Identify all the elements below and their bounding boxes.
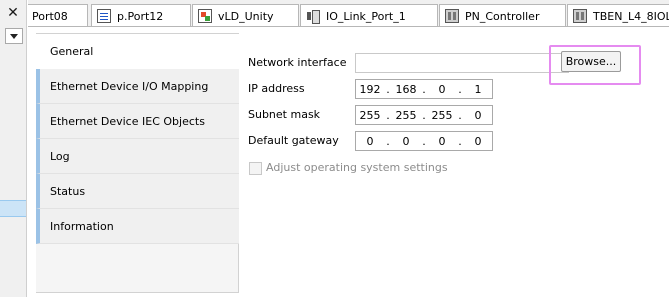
nav-item-label: Ethernet Device IEC Objects — [50, 114, 205, 128]
nav-item-iec-objects[interactable]: Ethernet Device IEC Objects — [36, 104, 239, 139]
browse-button[interactable]: Browse... — [561, 51, 621, 72]
ip-octet[interactable]: 0 — [428, 83, 456, 96]
subnet-octet[interactable]: 0 — [464, 109, 492, 122]
ip-octet[interactable]: 1 — [464, 83, 492, 96]
editor-tab-strip: Port08 p.Port12 vLD_Unity IO_Link_Port_1… — [28, 0, 669, 27]
tab-pn-controller[interactable]: PN_Controller — [439, 4, 566, 26]
left-panel: ✕ — [0, 0, 27, 297]
tab-vld-unity[interactable]: vLD_Unity — [192, 4, 299, 26]
tab-p-port12[interactable]: p.Port12 — [91, 4, 191, 26]
nav-item-io-mapping[interactable]: Ethernet Device I/O Mapping — [36, 69, 239, 104]
nav-item-label: Information — [50, 219, 114, 233]
gateway-octet[interactable]: 0 — [428, 135, 456, 148]
gateway-octet[interactable]: 0 — [356, 135, 384, 148]
nav-item-label: Ethernet Device I/O Mapping — [50, 79, 209, 93]
nav-item-label: General — [50, 45, 94, 58]
tab-label: vLD_Unity — [218, 9, 274, 23]
default-gateway-label: Default gateway — [248, 134, 339, 147]
connector-icon — [306, 9, 320, 24]
nav-item-log[interactable]: Log — [36, 139, 239, 174]
ip-address-label: IP address — [248, 82, 305, 95]
adjust-os-settings-label: Adjust operating system settings — [266, 161, 448, 174]
subnet-octet[interactable]: 255 — [428, 109, 456, 122]
ip-octet[interactable]: 168 — [392, 83, 420, 96]
nav-item-label: Status — [50, 184, 86, 198]
tab-label: IO_Link_Port_1 — [326, 9, 406, 23]
nav-item-label: Log — [50, 149, 70, 163]
tab-io-link-port-1[interactable]: IO_Link_Port_1 — [300, 4, 438, 26]
network-interface-label: Network interface — [248, 56, 347, 69]
gateway-octet[interactable]: 0 — [464, 135, 492, 148]
selected-row[interactable] — [0, 200, 26, 217]
tab-label: TBEN_L4_8IOL — [593, 9, 669, 23]
subnet-mask-label: Subnet mask — [248, 108, 321, 121]
function-block-icon — [198, 9, 212, 23]
subnet-octet[interactable]: 255 — [392, 109, 420, 122]
device-icon — [445, 9, 459, 23]
tab-tben-l4-8iol[interactable]: TBEN_L4_8IOL — [567, 4, 669, 26]
tab-label: Port08 — [32, 9, 68, 23]
nav-item-general[interactable]: General — [36, 34, 239, 69]
nav-item-status[interactable]: Status — [36, 174, 239, 209]
close-icon[interactable]: ✕ — [4, 5, 22, 21]
adjust-os-settings-checkbox[interactable] — [249, 162, 262, 175]
ip-octet[interactable]: 192 — [356, 83, 384, 96]
subnet-mask-field[interactable]: 255. 255. 255. 0 — [355, 105, 493, 125]
chevron-down-icon[interactable] — [5, 28, 23, 44]
device-editor-nav: General Ethernet Device I/O Mapping Ethe… — [36, 33, 239, 293]
tab-label: PN_Controller — [465, 9, 540, 23]
nav-item-information[interactable]: Information — [36, 209, 239, 244]
tab-label: p.Port12 — [117, 9, 164, 23]
tab-port08[interactable]: Port08 — [28, 4, 88, 26]
gateway-octet[interactable]: 0 — [392, 135, 420, 148]
document-icon — [97, 9, 111, 23]
network-interface-field[interactable] — [355, 53, 569, 73]
ip-address-field[interactable]: 192. 168. 0. 1 — [355, 79, 493, 99]
device-icon — [573, 9, 587, 23]
subnet-octet[interactable]: 255 — [356, 109, 384, 122]
default-gateway-field[interactable]: 0. 0. 0. 0 — [355, 131, 493, 151]
